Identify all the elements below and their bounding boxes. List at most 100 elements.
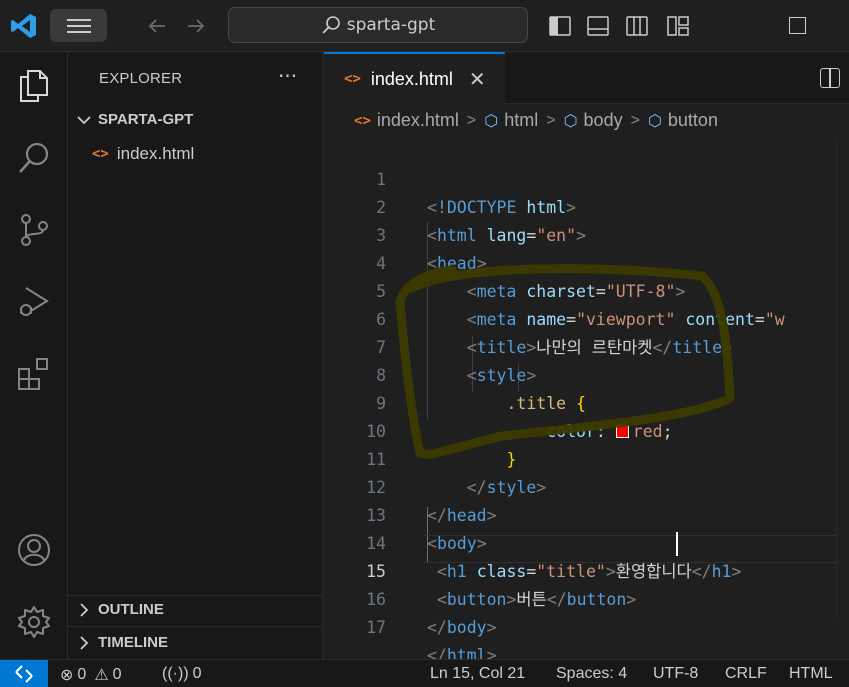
breadcrumb-item[interactable]: body xyxy=(584,110,623,131)
cursor-position[interactable]: Ln 15, Col 21 xyxy=(430,665,525,683)
toggle-secondary-sidebar-icon[interactable] xyxy=(625,14,649,38)
timeline-header[interactable]: TIMELINE xyxy=(76,634,168,651)
encoding[interactable]: UTF-8 xyxy=(653,665,698,683)
code-line: 1 <!DOCTYPE html> xyxy=(324,138,836,217)
text-cursor xyxy=(676,532,678,556)
ports-indicator[interactable]: ((·)) 0 xyxy=(162,665,202,683)
divider xyxy=(68,626,323,627)
tab-label: index.html xyxy=(370,68,453,89)
code-token: body xyxy=(446,618,487,637)
code-line: 10 } xyxy=(324,390,836,469)
tab-index-html[interactable]: <> index.html ✕ xyxy=(324,52,505,104)
html-file-icon: <> xyxy=(354,112,371,129)
code-line: 14 <h1 class="title">환영합니다</h1> xyxy=(324,502,836,581)
language-mode[interactable]: HTML xyxy=(789,665,833,683)
folder-name: SPARTA-GPT xyxy=(98,111,194,128)
menu-button[interactable] xyxy=(50,9,107,42)
vscode-logo-icon xyxy=(11,14,36,38)
source-control-icon xyxy=(21,214,48,246)
ports-count: 0 xyxy=(192,665,202,682)
code-line: 6 <title>나만의 르탄마켓</title> xyxy=(324,278,836,357)
extensions-icon xyxy=(18,358,48,390)
element-icon: ⬡ xyxy=(647,112,662,130)
toggle-primary-sidebar-icon[interactable] xyxy=(548,14,572,38)
indentation[interactable]: Spaces: 4 xyxy=(556,665,627,683)
remote-icon xyxy=(15,665,33,683)
code-line: 12 </head> xyxy=(324,446,836,525)
accounts-activity[interactable] xyxy=(14,530,54,570)
line-endings[interactable]: CRLF xyxy=(725,665,767,683)
maximize-window-icon[interactable] xyxy=(789,17,806,34)
search-text: sparta-gpt xyxy=(346,15,436,35)
more-actions-icon[interactable]: ··· xyxy=(278,64,297,88)
breadcrumb-item[interactable]: index.html xyxy=(377,110,459,131)
back-arrow-icon[interactable] xyxy=(145,14,169,38)
hamburger-icon xyxy=(66,18,91,33)
code-line: 11 </style> xyxy=(324,418,836,497)
divider xyxy=(68,595,323,596)
code-line: 7 <style> xyxy=(324,306,836,385)
warning-count: 0 xyxy=(112,666,122,683)
chevron-right-icon xyxy=(80,635,89,650)
html-file-icon: <> xyxy=(344,71,361,87)
code-line: 16 </body> xyxy=(324,558,836,637)
search-activity[interactable] xyxy=(14,138,54,178)
source-control-activity[interactable] xyxy=(14,210,54,250)
chevron-right-icon xyxy=(80,602,89,617)
editor-area: <> index.html ✕ <> index.html > ⬡ html >… xyxy=(324,52,849,665)
chevron-right-icon: > xyxy=(630,111,640,129)
account-icon xyxy=(18,534,50,566)
code-line: 2 <html lang="en"> xyxy=(324,166,836,245)
explorer-sidebar: EXPLORER ··· SPARTA-GPT <> index.html OU… xyxy=(68,52,323,659)
breadcrumb-item[interactable]: html xyxy=(504,110,538,131)
gear-icon xyxy=(18,606,50,638)
file-name: index.html xyxy=(116,144,195,163)
html-file-icon: <> xyxy=(92,146,109,162)
line-number: 17 xyxy=(366,618,386,637)
element-icon: ⬡ xyxy=(563,112,578,130)
problems-indicator[interactable]: ⊗ 0 ⚠ 0 xyxy=(60,665,122,685)
code-line: 13 <body> xyxy=(324,474,836,553)
chevron-right-icon: > xyxy=(546,111,556,129)
explorer-activity[interactable] xyxy=(14,66,54,106)
code-line: 9 color: red; xyxy=(324,362,836,441)
minimap[interactable] xyxy=(836,138,849,618)
folder-header[interactable]: SPARTA-GPT xyxy=(76,111,193,128)
split-editor-icon[interactable] xyxy=(820,68,840,88)
remote-indicator[interactable] xyxy=(0,660,48,687)
outline-label: OUTLINE xyxy=(98,601,164,618)
code-line: 5 <meta name="viewport" content="w xyxy=(324,250,836,329)
breadcrumb-item[interactable]: button xyxy=(668,110,718,131)
code-line: 17 </html> xyxy=(324,586,836,665)
activity-bar xyxy=(0,52,68,659)
code-line: 3 <head> xyxy=(324,194,836,273)
chevron-down-icon xyxy=(77,115,91,124)
code-editor[interactable]: 1 <!DOCTYPE html> 2 <html lang="en"> 3 <… xyxy=(324,138,836,665)
run-debug-activity[interactable] xyxy=(14,282,54,322)
code-line: 15 <button>버튼</button> xyxy=(324,530,836,609)
file-item-index-html[interactable]: <> index.html xyxy=(92,144,194,164)
code-line: 4 <meta charset="UTF-8"> xyxy=(324,222,836,301)
search-icon xyxy=(19,142,49,173)
timeline-label: TIMELINE xyxy=(98,634,168,651)
search-icon xyxy=(322,16,340,34)
customize-layout-icon[interactable] xyxy=(666,14,690,38)
breadcrumb: <> index.html > ⬡ html > ⬡ body > ⬡ butt… xyxy=(354,110,718,131)
warning-icon: ⚠ xyxy=(94,667,109,684)
files-icon xyxy=(20,70,48,102)
title-bar: sparta-gpt xyxy=(0,0,849,52)
command-center-search[interactable]: sparta-gpt xyxy=(228,7,528,43)
status-bar: ⊗ 0 ⚠ 0 ((·)) 0 Ln 15, Col 21 Spaces: 4 … xyxy=(0,659,849,687)
explorer-title: EXPLORER xyxy=(99,70,183,87)
close-icon[interactable]: ✕ xyxy=(469,67,486,92)
forward-arrow-icon[interactable] xyxy=(184,14,208,38)
outline-header[interactable]: OUTLINE xyxy=(76,601,164,618)
error-icon: ⊗ xyxy=(60,667,74,684)
settings-activity[interactable] xyxy=(14,602,54,642)
code-line: 8 .title { xyxy=(324,334,836,413)
extensions-activity[interactable] xyxy=(14,354,54,394)
element-icon: ⬡ xyxy=(484,112,499,130)
chevron-right-icon: > xyxy=(466,111,477,129)
toggle-panel-icon[interactable] xyxy=(586,14,610,38)
broadcast-icon: ((·)) xyxy=(162,665,189,682)
